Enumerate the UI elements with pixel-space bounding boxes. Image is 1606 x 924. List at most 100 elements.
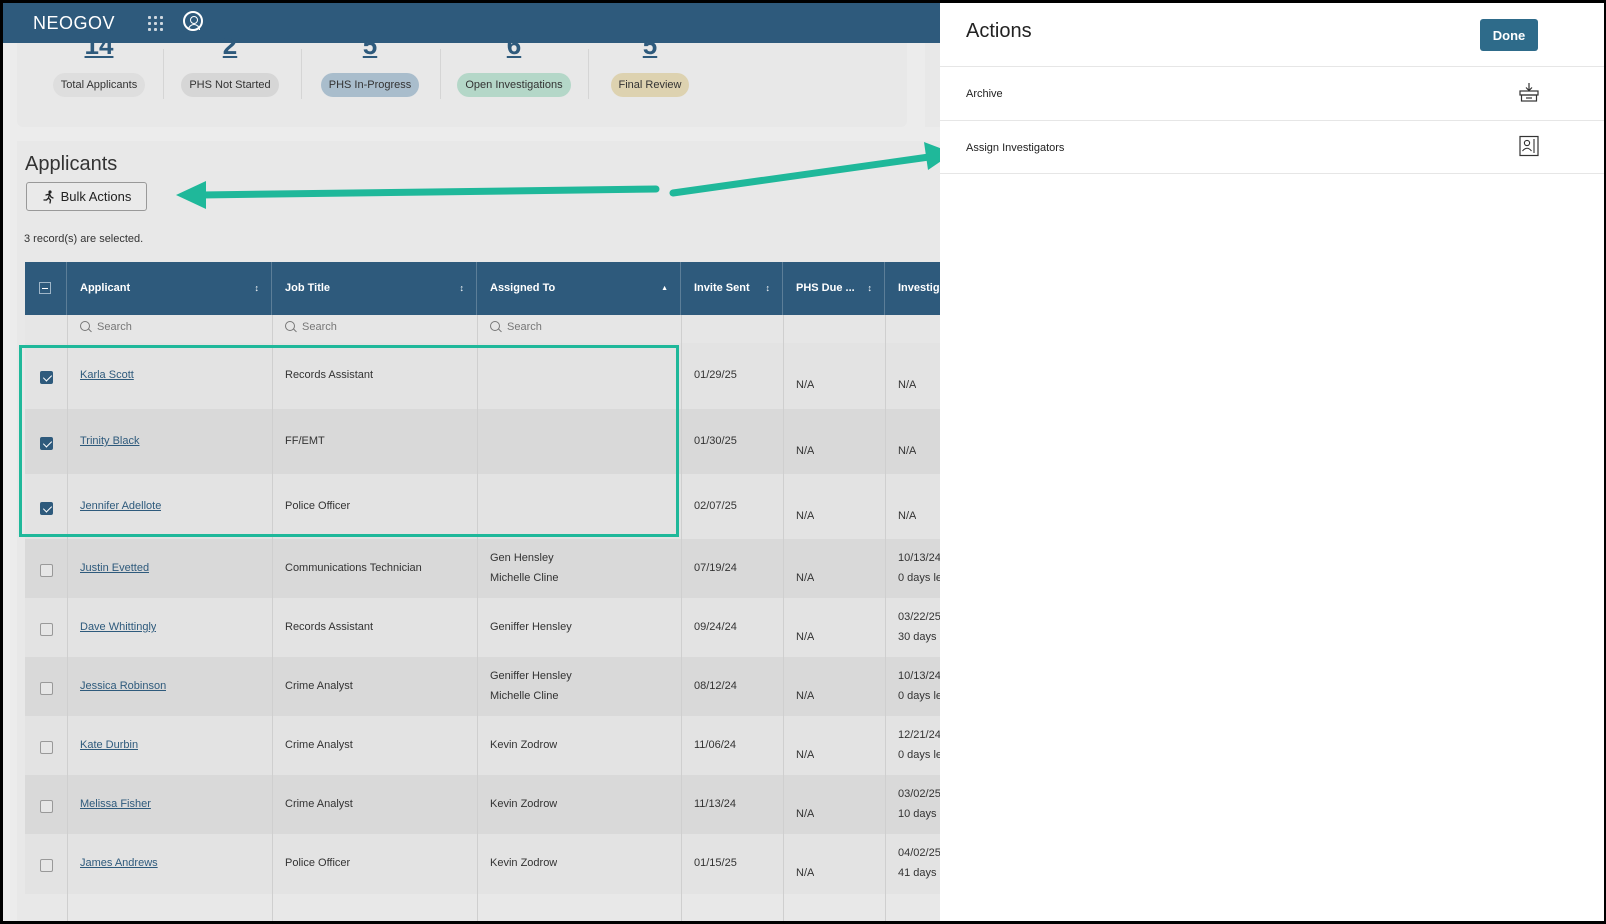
stat-0[interactable]: 14 Total Applicants	[29, 32, 169, 97]
table-row[interactable]: James Andrews Police Officer Kevin Zodrow 0…	[25, 834, 943, 894]
stat-divider	[440, 49, 441, 99]
assigned-to-cell: Geniffer Hensley	[490, 670, 572, 682]
phs-due-cell: N/A	[796, 749, 815, 761]
stat-count[interactable]: 5	[300, 32, 440, 61]
column-header-applicant[interactable]: Applicant ↕	[67, 262, 272, 315]
stat-4[interactable]: 5 Final Review	[580, 32, 720, 97]
invite-sent-cell: 02/07/25	[694, 500, 737, 512]
column-header-label: Assigned To	[490, 282, 556, 294]
stat-label-pill[interactable]: Open Investigations	[457, 73, 571, 97]
phs-due-cell: N/A	[796, 510, 815, 522]
table-row[interactable]: Jessica Robinson Crime Analyst Geniffer He…	[25, 657, 943, 716]
investigation-cell: 41 days	[898, 867, 937, 879]
investigation-cell: 0 days le	[898, 572, 943, 584]
investigation-cell: 04/02/25	[898, 847, 941, 859]
selected-rows-highlight	[19, 345, 679, 537]
applicants-title: Applicants	[25, 153, 118, 175]
assigned-to-cell: Kevin Zodrow	[490, 798, 558, 810]
search-icon	[490, 321, 502, 333]
sort-ascending-icon[interactable]: ▲	[661, 262, 668, 315]
stat-count[interactable]: 2	[160, 32, 300, 61]
column-search-input[interactable]: Search	[490, 321, 542, 333]
invite-sent-cell: 07/19/24	[694, 562, 737, 574]
invite-sent-cell: 11/06/24	[694, 739, 737, 751]
sort-icon[interactable]: ↕	[868, 262, 873, 315]
bulk-actions-label: Bulk Actions	[60, 189, 132, 204]
investigation-cell: 12/21/24	[898, 729, 941, 741]
row-checkbox[interactable]	[40, 859, 53, 872]
stat-1[interactable]: 2 PHS Not Started	[160, 32, 300, 97]
column-header-label: PHS Due ...	[796, 282, 855, 294]
column-header-label: Investiga	[898, 282, 943, 294]
action-archive[interactable]: Archive	[940, 67, 1604, 119]
stat-3[interactable]: 6 Open Investigations	[444, 32, 584, 97]
table-row[interactable]: Melissa Fisher Crime Analyst Kevin Zodrow 1…	[25, 775, 943, 834]
table-row[interactable]: Dave Whittingly Records Assistant Geniffer…	[25, 598, 943, 657]
column-header-job-title[interactable]: Job Title ↕	[272, 262, 477, 315]
select-all-header[interactable]	[25, 262, 67, 315]
investigation-cell: 30 days	[898, 631, 937, 643]
applicant-name-link[interactable]: Kate Durbin	[80, 739, 138, 751]
stat-2[interactable]: 5 PHS In-Progress	[300, 32, 440, 97]
table-row[interactable]: Kate Durbin Crime Analyst Kevin Zodrow 11/0…	[25, 716, 943, 775]
sort-icon[interactable]: ↕	[460, 262, 465, 315]
action-archive-label: Archive	[966, 88, 1003, 100]
column-header-investiga[interactable]: Investiga	[885, 262, 943, 315]
investigation-cell: 10/13/24	[898, 670, 941, 682]
job-title-cell: Records Assistant	[285, 621, 374, 633]
column-header-label: Invite Sent	[694, 282, 750, 294]
user-account-icon[interactable]	[183, 11, 203, 31]
bulk-actions-button[interactable]: Bulk Actions	[26, 182, 147, 211]
action-assign-investigators[interactable]: Assign Investigators	[940, 121, 1604, 173]
table-header: Applicant ↕ Job Title ↕ Assigned To ▲ Invite S…	[25, 262, 943, 315]
investigation-cell: 03/02/25	[898, 788, 941, 800]
stat-label-pill[interactable]: PHS Not Started	[181, 73, 279, 97]
row-checkbox[interactable]	[40, 741, 53, 754]
column-header-assigned-to[interactable]: Assigned To ▲	[477, 262, 681, 315]
column-divider	[783, 315, 784, 921]
phs-due-cell: N/A	[796, 379, 815, 391]
done-button[interactable]: Done	[1480, 19, 1538, 51]
assigned-to-cell: Kevin Zodrow	[490, 739, 558, 751]
column-header-invite-sent[interactable]: Invite Sent ↕	[681, 262, 783, 315]
column-search-input[interactable]: Search	[80, 321, 132, 333]
assigned-to-cell: Gen Hensley	[490, 552, 554, 564]
table-row[interactable]: Justin Evetted Communications Technician G…	[25, 539, 943, 598]
row-checkbox[interactable]	[40, 623, 53, 636]
investigation-cell: 10/13/24	[898, 552, 941, 564]
applicant-name-link[interactable]: Justin Evetted	[80, 562, 149, 574]
invite-sent-cell: 01/30/25	[694, 435, 737, 447]
row-checkbox[interactable]	[40, 800, 53, 813]
applicant-name-link[interactable]: Jessica Robinson	[80, 680, 166, 692]
investigation-cell: 03/22/25	[898, 611, 941, 623]
stat-count[interactable]: 14	[29, 32, 169, 61]
column-divider	[885, 315, 886, 921]
assign-investigator-icon	[1519, 135, 1539, 157]
applicant-name-link[interactable]: Dave Whittingly	[80, 621, 156, 633]
stat-label-pill[interactable]: Final Review	[610, 73, 690, 97]
invite-sent-cell: 08/12/24	[694, 680, 737, 692]
stat-label-pill[interactable]: Total Applicants	[52, 73, 146, 97]
stat-label-pill[interactable]: PHS In-Progress	[320, 73, 420, 97]
selection-count-note: 3 record(s) are selected.	[24, 233, 144, 245]
column-header-phs-due[interactable]: PHS Due ... ↕	[783, 262, 885, 315]
stat-count[interactable]: 5	[580, 32, 720, 61]
search-icon	[80, 321, 92, 333]
archive-icon	[1519, 83, 1539, 102]
investigation-cell: N/A	[898, 379, 917, 391]
column-header-label: Job Title	[285, 282, 331, 294]
applicant-name-link[interactable]: Melissa Fisher	[80, 798, 151, 810]
stat-count[interactable]: 6	[444, 32, 584, 61]
sort-icon[interactable]: ↕	[766, 262, 771, 315]
stat-divider	[163, 49, 164, 99]
app-grid-icon[interactable]	[148, 16, 163, 31]
row-checkbox[interactable]	[40, 682, 53, 695]
phs-due-cell: N/A	[796, 445, 815, 457]
sort-icon[interactable]: ↕	[255, 262, 260, 315]
action-assign-investigators-label: Assign Investigators	[966, 142, 1065, 154]
applicant-name-link[interactable]: James Andrews	[80, 857, 158, 869]
row-checkbox[interactable]	[40, 564, 53, 577]
select-all-checkbox[interactable]	[39, 282, 51, 294]
column-search-input[interactable]: Search	[285, 321, 337, 333]
invite-sent-cell: 11/13/24	[694, 798, 737, 810]
